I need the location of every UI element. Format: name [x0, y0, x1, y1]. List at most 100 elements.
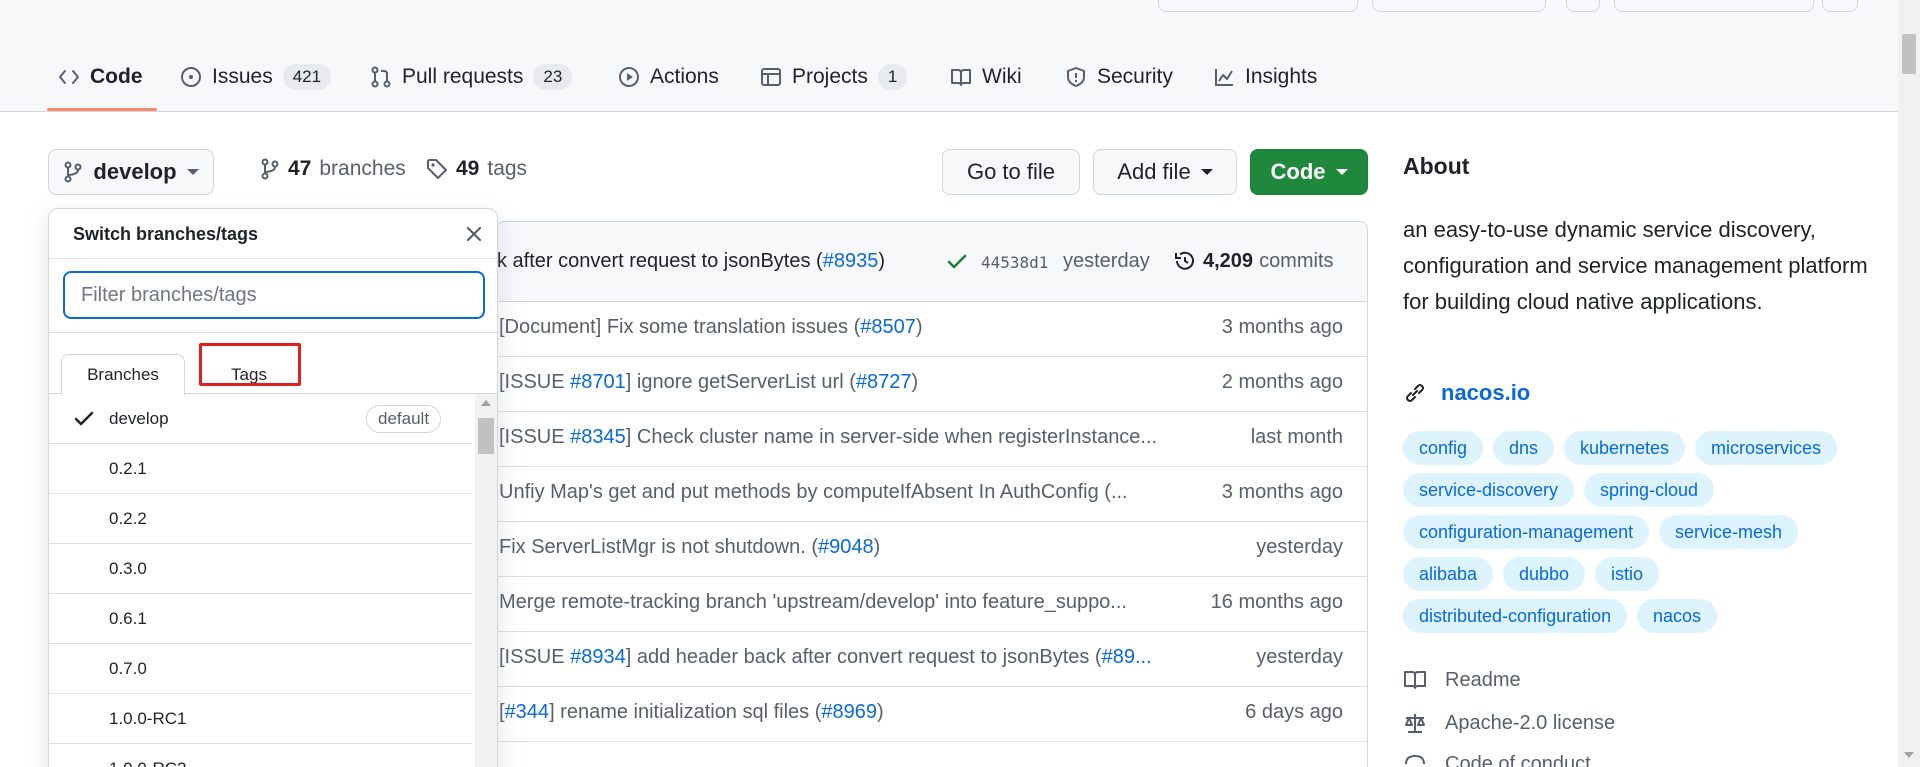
issue-link[interactable]: #344 [505, 701, 550, 723]
watch-button[interactable] [1158, 0, 1358, 12]
issue-link[interactable]: #8701 [570, 371, 626, 393]
dropdown-title: Switch branches/tags [73, 224, 259, 244]
tab-code[interactable]: Code [58, 60, 143, 94]
git-branch-icon [64, 161, 82, 183]
code-button[interactable]: Code [1250, 149, 1368, 195]
file-row: [ISSUE #8345] Check cluster name in serv… [497, 412, 1367, 467]
commit-message[interactable]: Merge remote-tracking branch 'upstream/d… [499, 591, 1167, 614]
pull-request-icon [371, 66, 391, 88]
tab-actions[interactable]: Actions [618, 60, 719, 94]
tags-count: 49 [456, 157, 480, 180]
commit-pr-link[interactable]: #8935 [823, 250, 879, 272]
star-dropdown-button[interactable] [1822, 0, 1858, 12]
commit-message[interactable]: [ISSUE #8345] Check cluster name in serv… [499, 426, 1167, 449]
issue-link[interactable]: #89... [1102, 646, 1152, 668]
default-badge: default [366, 405, 442, 433]
tags-link[interactable]: 49 tags [426, 157, 527, 181]
commit-sha[interactable]: 44538d1 [981, 253, 1048, 272]
latest-commit-message[interactable]: k after convert request to jsonBytes (#8… [497, 250, 885, 273]
topic-tag[interactable]: nacos [1637, 599, 1718, 633]
book-icon [951, 69, 971, 86]
license-link[interactable]: Apache-2.0 license [1403, 711, 1615, 735]
topic-tag[interactable]: service-discovery [1403, 473, 1575, 507]
issue-link[interactable]: #8727 [856, 371, 912, 393]
commit-message[interactable]: Fix ServerListMgr is not shutdown. (#904… [499, 536, 1167, 559]
branch-item[interactable]: 0.6.1 [49, 594, 472, 644]
file-row: [ISSUE #8701] ignore getServerList url (… [497, 357, 1367, 412]
tab-label: Insights [1245, 65, 1318, 88]
about-description: an easy-to-use dynamic service discovery… [1403, 217, 1868, 314]
link-icon [1406, 384, 1424, 402]
branch-item[interactable]: 0.7.0 [49, 644, 472, 694]
filter-input[interactable] [63, 271, 485, 319]
topic-tag[interactable]: distributed-configuration [1403, 599, 1628, 633]
commit-message[interactable]: [ISSUE #8701] ignore getServerList url (… [499, 371, 1167, 394]
tab-pull-requests[interactable]: Pull requests 23 [370, 60, 573, 94]
tags-tab-highlight [199, 343, 301, 386]
tab-branches[interactable]: Branches [61, 354, 185, 396]
topic-tag[interactable]: alibaba [1403, 557, 1494, 591]
branch-item[interactable]: 0.3.0 [49, 544, 472, 594]
scroll-up-icon[interactable] [480, 398, 492, 408]
topic-tag[interactable]: istio [1595, 557, 1660, 591]
tab-security[interactable]: Security [1065, 60, 1173, 94]
page-scrollbar-thumb[interactable] [1902, 34, 1916, 74]
issue-link[interactable]: #8345 [570, 426, 626, 448]
topic-tag[interactable]: microservices [1695, 431, 1838, 465]
commit-text: [ [499, 701, 505, 723]
fork-button[interactable] [1372, 0, 1546, 12]
tab-wiki[interactable]: Wiki [950, 60, 1022, 94]
branch-item[interactable]: 1.0.0-RC1 [49, 694, 472, 744]
latest-commit-bar: k after convert request to jsonBytes (#8… [497, 222, 1367, 302]
tab-issues[interactable]: Issues 421 [180, 60, 332, 94]
fork-dropdown-button[interactable] [1566, 0, 1600, 12]
commit-message[interactable]: [Document] Fix some translation issues (… [499, 316, 1167, 339]
code-icon [59, 70, 79, 84]
add-file-button[interactable]: Add file [1093, 149, 1237, 195]
topic-tag[interactable]: service-mesh [1659, 515, 1799, 549]
star-button[interactable] [1614, 0, 1814, 12]
commit-text: [ISSUE [499, 371, 571, 393]
commit-text: Fix ServerListMgr is not shutdown. ( [499, 536, 818, 558]
branch-switcher-dropdown: Switch branches/tags Branches Tags devel… [48, 208, 498, 767]
branch-item[interactable]: develop default [49, 394, 472, 444]
page-scrollbar[interactable] [1898, 0, 1920, 767]
code-of-conduct-link[interactable]: Code of conduct [1403, 752, 1591, 767]
tab-insights[interactable]: Insights [1213, 60, 1317, 94]
topic-tag[interactable]: configuration-management [1403, 515, 1650, 549]
tab-label: Code [90, 65, 143, 88]
issue-link[interactable]: #8507 [860, 316, 916, 338]
branches-count: 47 [288, 157, 312, 180]
commit-text: [Document] Fix some translation issues ( [499, 316, 861, 338]
branch-select-button[interactable]: develop [48, 149, 214, 195]
commit-message[interactable]: [#344] rename initialization sql files (… [499, 701, 1167, 724]
scroll-down-icon[interactable] [1903, 750, 1915, 760]
close-icon[interactable] [463, 223, 485, 245]
tab-projects[interactable]: Projects 1 [760, 60, 908, 94]
topic-tag[interactable]: dubbo [1503, 557, 1586, 591]
branches-link[interactable]: 47 branches [260, 157, 406, 181]
dropdown-scrollbar[interactable] [475, 394, 497, 767]
issue-link[interactable]: #8969 [821, 701, 877, 723]
check-icon [947, 254, 967, 269]
commit-message[interactable]: Unfiy Map's get and put methods by compu… [499, 481, 1167, 504]
shield-icon [1067, 67, 1085, 87]
topic-tag[interactable]: config [1403, 431, 1484, 465]
file-list: k after convert request to jsonBytes (#8… [496, 221, 1368, 767]
scrollbar-thumb[interactable] [478, 418, 494, 454]
commits-link[interactable]: 4,209 commits [1173, 249, 1334, 273]
topic-tag[interactable]: dns [1493, 431, 1555, 465]
readme-link[interactable]: Readme [1403, 668, 1521, 692]
issue-link[interactable]: #8934 [570, 646, 626, 668]
branch-item[interactable]: 0.2.1 [49, 444, 472, 494]
topic-tag[interactable]: spring-cloud [1584, 473, 1715, 507]
issue-link[interactable]: #9048 [818, 536, 874, 558]
branch-item[interactable]: 0.2.2 [49, 494, 472, 544]
website-link[interactable]: nacos.io [1403, 380, 1530, 406]
commit-message[interactable]: [ISSUE #8934] add header back after conv… [499, 646, 1167, 669]
branch-item[interactable]: 1.0.0-RC2 [49, 744, 472, 767]
go-to-file-button[interactable]: Go to file [942, 149, 1080, 195]
topic-tag[interactable]: kubernetes [1564, 431, 1686, 465]
branch-name: 0.7.0 [109, 658, 147, 678]
code-of-conduct-icon [1405, 754, 1425, 765]
